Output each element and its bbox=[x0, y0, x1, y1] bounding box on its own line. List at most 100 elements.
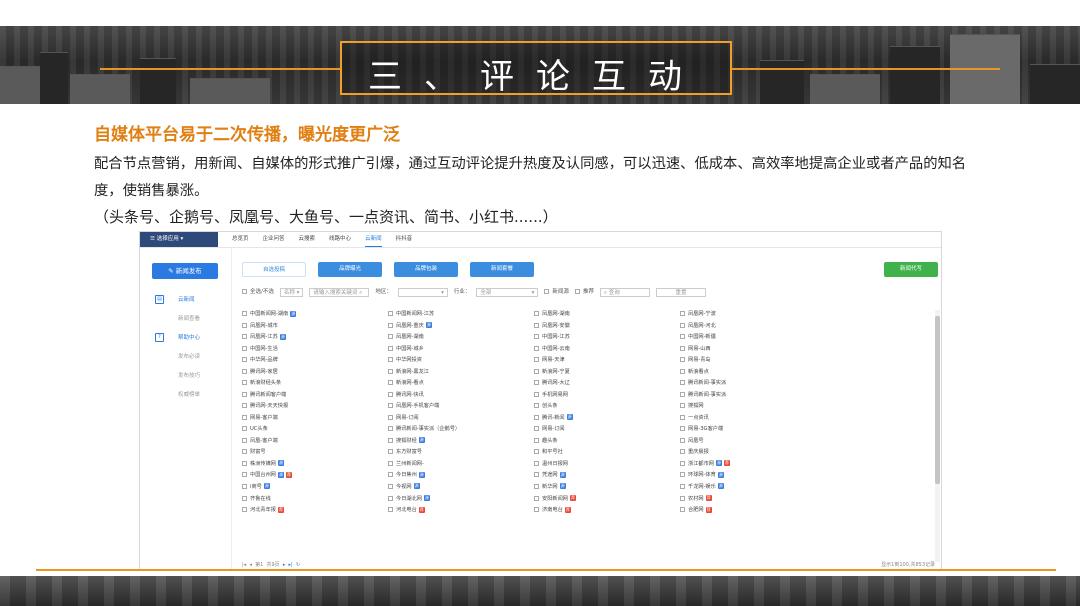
site-checkbox-item[interactable]: 中国新闻网-湖南源 bbox=[242, 310, 388, 320]
checkbox[interactable] bbox=[242, 495, 247, 501]
sidebar-item[interactable]: 权威榜单 bbox=[148, 389, 226, 401]
nav-tab[interactable]: 云搜索 bbox=[299, 232, 316, 247]
site-checkbox-item[interactable]: 网易-订阅 bbox=[534, 425, 680, 435]
site-checkbox-item[interactable]: 趣头条 bbox=[534, 437, 680, 447]
site-checkbox-item[interactable]: 东方财富号 bbox=[388, 448, 534, 458]
search-input[interactable]: 请输入搜索关键词 ⌕ bbox=[309, 287, 370, 297]
publish-news-button[interactable]: ✎ 新闻发布 bbox=[152, 263, 218, 279]
checkbox[interactable] bbox=[388, 345, 393, 351]
site-checkbox-item[interactable]: 重庆晨报 bbox=[680, 448, 826, 458]
site-checkbox-item[interactable]: 新华网源 bbox=[534, 483, 680, 493]
checkbox[interactable] bbox=[242, 357, 247, 363]
site-checkbox-item[interactable]: 腾讯网-大辽 bbox=[534, 379, 680, 389]
checkbox[interactable] bbox=[388, 507, 393, 513]
site-checkbox-item[interactable]: 温州日报网 bbox=[534, 460, 680, 470]
site-checkbox-item[interactable]: 凭途网源 bbox=[534, 471, 680, 481]
site-checkbox-item[interactable]: 腾讯新闻-事实派 bbox=[680, 379, 826, 389]
reset-button[interactable]: 重置 bbox=[655, 287, 706, 297]
checkbox[interactable] bbox=[534, 472, 539, 478]
last-page-icon[interactable]: ▸| bbox=[289, 562, 293, 568]
checkbox[interactable] bbox=[242, 472, 247, 478]
industry-select[interactable]: 全部 ▾ bbox=[476, 287, 539, 297]
checkbox[interactable] bbox=[242, 507, 247, 513]
checkbox[interactable] bbox=[534, 483, 539, 489]
site-checkbox-item[interactable]: 中国网-江苏 bbox=[534, 333, 680, 343]
checkbox[interactable] bbox=[680, 483, 685, 489]
checkbox[interactable] bbox=[388, 322, 393, 328]
nav-tab[interactable]: 抖抖音 bbox=[396, 232, 413, 247]
checkbox[interactable] bbox=[242, 414, 247, 420]
name-select[interactable]: 名称 ▾ bbox=[279, 287, 304, 297]
nav-tab[interactable]: 企业问答 bbox=[263, 232, 285, 247]
site-checkbox-item[interactable]: 和平号社 bbox=[534, 448, 680, 458]
checkbox[interactable] bbox=[242, 322, 247, 328]
checkbox[interactable] bbox=[680, 334, 685, 340]
site-checkbox-item[interactable]: 凤凰网-重庆源 bbox=[388, 322, 534, 332]
page-number[interactable]: 第1 bbox=[255, 562, 263, 568]
site-checkbox-item[interactable]: 今日湖北网源 bbox=[388, 495, 534, 505]
checkbox[interactable] bbox=[680, 368, 685, 374]
site-checkbox-item[interactable]: 中国新闻网-江苏 bbox=[388, 310, 534, 320]
next-page-icon[interactable]: ▸ bbox=[283, 562, 286, 568]
sidebar-item[interactable]: 发布必读 bbox=[148, 351, 226, 363]
site-checkbox-item[interactable]: 环球网-体育源 bbox=[680, 471, 826, 481]
first-page-icon[interactable]: |◂ bbox=[242, 562, 246, 568]
sidebar-item[interactable]: 新闻查看 bbox=[148, 313, 226, 325]
site-checkbox-item[interactable]: 凤凰号 bbox=[680, 437, 826, 447]
query-button[interactable]: ⌕ 查询 bbox=[599, 287, 650, 297]
site-checkbox-item[interactable]: 凤凰网-手机客户端 bbox=[388, 402, 534, 412]
checkbox[interactable] bbox=[680, 391, 685, 397]
checkbox[interactable] bbox=[242, 345, 247, 351]
checkbox[interactable] bbox=[388, 426, 393, 432]
checkbox[interactable] bbox=[534, 311, 539, 316]
filter-tab[interactable]: 品牌曝光 bbox=[318, 262, 382, 277]
site-checkbox-item[interactable]: 腾讯新闻-事实派（企鹅号） bbox=[388, 425, 534, 435]
site-checkbox-item[interactable]: 浙江都市网源荐 bbox=[680, 460, 826, 470]
site-checkbox-item[interactable]: 凤凰-客户端 bbox=[242, 437, 388, 447]
checkbox[interactable] bbox=[388, 483, 393, 489]
checkbox[interactable] bbox=[242, 334, 247, 340]
checkbox[interactable] bbox=[534, 391, 539, 397]
site-checkbox-item[interactable]: 凤凰网-安徽 bbox=[534, 322, 680, 332]
checkbox[interactable] bbox=[680, 449, 685, 455]
checkbox[interactable] bbox=[680, 322, 685, 328]
checkbox[interactable] bbox=[242, 460, 247, 466]
site-checkbox-item[interactable]: 安阳新闻网荐 bbox=[534, 495, 680, 505]
site-checkbox-item[interactable]: i商号源 bbox=[242, 483, 388, 493]
site-checkbox-item[interactable]: 网易-客户端 bbox=[242, 414, 388, 424]
checkbox[interactable] bbox=[242, 483, 247, 489]
scrollbar[interactable] bbox=[935, 310, 940, 562]
filter-tab[interactable]: 新闻套餐 bbox=[470, 262, 534, 277]
site-checkbox-item[interactable]: 中国网-城乡 bbox=[388, 345, 534, 355]
checkbox[interactable] bbox=[680, 507, 685, 513]
site-checkbox-item[interactable]: 新浪财经头条 bbox=[242, 379, 388, 389]
site-checkbox-item[interactable]: 凤凰网-湖南 bbox=[388, 333, 534, 343]
site-checkbox-item[interactable]: 网易-山西 bbox=[680, 345, 826, 355]
nav-tab[interactable]: 线路中心 bbox=[329, 232, 351, 247]
site-checkbox-item[interactable]: 今视网源 bbox=[388, 483, 534, 493]
checkbox[interactable] bbox=[534, 357, 539, 363]
checkbox[interactable] bbox=[388, 449, 393, 455]
site-checkbox-item[interactable]: 今日焦州源 bbox=[388, 471, 534, 481]
site-checkbox-item[interactable]: 创头条 bbox=[534, 402, 680, 412]
checkbox[interactable] bbox=[388, 414, 393, 420]
checkbox[interactable] bbox=[680, 345, 685, 351]
region-select[interactable]: ▾ bbox=[397, 287, 448, 297]
news-writing-button[interactable]: 新闻代写 bbox=[884, 262, 938, 277]
refresh-icon[interactable]: ↻ bbox=[296, 562, 300, 568]
checkbox[interactable] bbox=[388, 391, 393, 397]
checkbox[interactable] bbox=[534, 322, 539, 328]
filter-tab[interactable]: 品牌包装 bbox=[394, 262, 458, 277]
site-checkbox-item[interactable]: 农村网荐 bbox=[680, 495, 826, 505]
site-checkbox-item[interactable]: 腾讯网-家居 bbox=[242, 368, 388, 378]
site-checkbox-item[interactable]: 中国网-新疆 bbox=[680, 333, 826, 343]
checkbox[interactable] bbox=[534, 345, 539, 351]
site-checkbox-item[interactable]: 中国网-生活 bbox=[242, 345, 388, 355]
select-all-checkbox[interactable]: 全选/不选 bbox=[242, 285, 274, 299]
checkbox[interactable] bbox=[680, 437, 685, 443]
site-checkbox-item[interactable]: 搜狐网 bbox=[680, 402, 826, 412]
site-checkbox-item[interactable]: 腾讯网-快讯 bbox=[388, 391, 534, 401]
site-checkbox-item[interactable]: 凤凰网-城市 bbox=[242, 322, 388, 332]
checkbox[interactable] bbox=[534, 334, 539, 340]
site-checkbox-item[interactable]: 新浪网-黑龙江 bbox=[388, 368, 534, 378]
